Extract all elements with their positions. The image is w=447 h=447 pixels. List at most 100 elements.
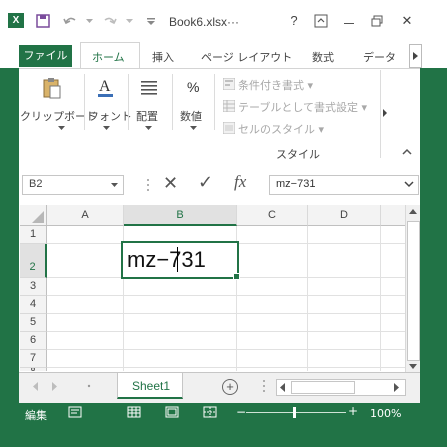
normal-view-icon[interactable] <box>127 406 141 418</box>
zoom-level[interactable]: 100% <box>370 407 401 420</box>
grid-line <box>47 331 405 332</box>
scroll-up-icon[interactable] <box>408 208 418 215</box>
save-icon[interactable] <box>33 12 53 30</box>
clipboard-dropdown-icon[interactable] <box>58 126 65 131</box>
minimize-button[interactable] <box>338 12 360 30</box>
format-as-table-button[interactable]: テーブルとして書式設定 ▾ <box>223 98 373 114</box>
window-frame-bottom <box>0 423 447 447</box>
ribbon-more-arrow-icon[interactable] <box>382 109 388 117</box>
font-color-icon[interactable]: A <box>96 76 116 98</box>
cell-styles-button[interactable]: セルのスタイル ▾ <box>223 120 373 136</box>
row-header-3[interactable]: 3 <box>20 278 47 296</box>
scroll-left-icon[interactable] <box>280 383 286 392</box>
horizontal-scrollbar[interactable] <box>276 379 406 396</box>
collapse-ribbon-icon[interactable] <box>402 148 412 155</box>
row-header-2[interactable]: 2 <box>20 244 47 278</box>
ribbon-separator <box>380 70 381 158</box>
column-header-a[interactable]: A <box>47 205 124 226</box>
expand-formula-bar-icon[interactable] <box>404 181 414 188</box>
column-header-d[interactable]: D <box>308 205 381 226</box>
vertical-scroll-thumb[interactable] <box>407 221 420 361</box>
tab-insert[interactable]: 挿入 <box>152 49 174 65</box>
worksheet-grid[interactable] <box>19 204 420 371</box>
page-layout-view-icon[interactable] <box>165 406 179 418</box>
select-all-button[interactable] <box>20 205 47 226</box>
sheet-scroll-left-icon[interactable] <box>33 382 39 391</box>
sheet-tabs-more-icon[interactable] <box>84 379 94 393</box>
row-header-7[interactable]: 7 <box>20 350 47 368</box>
ribbon-separator <box>128 74 129 130</box>
row-header-4[interactable]: 4 <box>20 296 47 314</box>
excel-logo-icon: X <box>8 13 24 28</box>
tab-file[interactable]: ファイル <box>19 45 72 67</box>
number-dropdown-icon[interactable] <box>190 126 197 131</box>
window-frame-left <box>0 40 19 403</box>
sheet-tab-sheet1[interactable]: Sheet1 <box>117 373 183 399</box>
horizontal-scroll-thumb[interactable] <box>291 381 355 394</box>
svg-text:A: A <box>99 78 111 95</box>
align-icon[interactable] <box>140 79 158 95</box>
page-break-view-icon[interactable] <box>203 406 217 418</box>
name-box-dropdown-icon[interactable] <box>111 183 118 188</box>
help-button[interactable]: ? <box>283 12 305 30</box>
conditional-formatting-label: 条件付き書式 ▾ <box>238 79 314 92</box>
status-mode: 編集 <box>25 409 47 422</box>
customize-qat-icon[interactable] <box>144 12 158 30</box>
zoom-in-icon[interactable]: + <box>348 405 358 417</box>
redo-icon[interactable] <box>98 12 122 30</box>
zoom-slider-track[interactable] <box>246 412 346 413</box>
cell-styles-label: セルのスタイル ▾ <box>238 123 325 136</box>
fill-handle[interactable] <box>233 273 240 280</box>
grid-line <box>47 349 405 350</box>
cancel-entry-button[interactable]: ✕ <box>163 173 178 194</box>
tab-page-layout[interactable]: ページ レイアウト <box>201 49 292 65</box>
ribbon-separator <box>214 74 215 130</box>
redo-dropdown-icon[interactable] <box>124 12 134 30</box>
ribbon-display-options-icon[interactable] <box>310 12 332 30</box>
row-header-5[interactable]: 5 <box>20 314 47 332</box>
tab-scroll-right-button[interactable] <box>409 44 422 68</box>
close-button[interactable]: ✕ <box>396 12 418 30</box>
active-cell-b2[interactable]: mz−731 <box>121 241 240 280</box>
paste-icon[interactable] <box>42 77 62 99</box>
restore-button[interactable] <box>366 12 388 30</box>
percent-icon[interactable]: % <box>185 78 203 96</box>
sheet-tab-label: Sheet1 <box>132 379 171 393</box>
font-dropdown-icon[interactable] <box>103 126 110 131</box>
add-sheet-button[interactable]: + <box>222 379 238 395</box>
grid-line <box>47 313 405 314</box>
ribbon-separator <box>84 74 85 130</box>
font-group-label[interactable]: フォント <box>88 108 132 124</box>
tab-split-handle-icon[interactable] <box>262 379 266 393</box>
enter-entry-button[interactable]: ✓ <box>198 172 213 193</box>
vertical-scrollbar[interactable] <box>405 205 420 372</box>
tab-formulas[interactable]: 数式 <box>312 49 334 65</box>
alignment-group-label[interactable]: 配置 <box>136 108 158 124</box>
column-header-c[interactable]: C <box>237 205 308 226</box>
undo-icon[interactable] <box>58 12 82 30</box>
conditional-formatting-button[interactable]: 条件付き書式 ▾ <box>223 76 373 92</box>
row-header-1[interactable]: 1 <box>20 226 47 244</box>
scroll-down-icon[interactable] <box>408 363 418 370</box>
styles-group-label: スタイル <box>276 148 320 161</box>
formula-input[interactable]: mz−731 <box>269 175 419 195</box>
tab-data[interactable]: データ <box>363 49 396 65</box>
alignment-dropdown-icon[interactable] <box>145 126 152 131</box>
row-header-8[interactable]: 8 <box>20 368 47 371</box>
column-header-b[interactable]: B <box>124 205 237 226</box>
sheet-scroll-right-icon[interactable] <box>52 382 58 391</box>
number-group-label[interactable]: 数値 <box>180 108 202 124</box>
zoom-slider-thumb[interactable] <box>293 407 296 418</box>
name-box[interactable]: B2 <box>22 175 124 195</box>
macro-record-icon[interactable] <box>68 406 82 418</box>
insert-function-button[interactable]: fx <box>234 172 246 192</box>
conditional-formatting-icon <box>223 78 235 90</box>
column-header-e[interactable] <box>381 205 405 226</box>
tab-home[interactable]: ホーム <box>92 49 125 65</box>
scroll-right-icon[interactable] <box>394 383 400 392</box>
clipboard-group-label[interactable]: クリップボード <box>20 108 97 124</box>
row-header-6[interactable]: 6 <box>20 332 47 350</box>
undo-dropdown-icon[interactable] <box>84 12 94 30</box>
formula-bar-resize-icon[interactable] <box>146 178 150 192</box>
zoom-out-icon[interactable]: − <box>236 406 246 418</box>
